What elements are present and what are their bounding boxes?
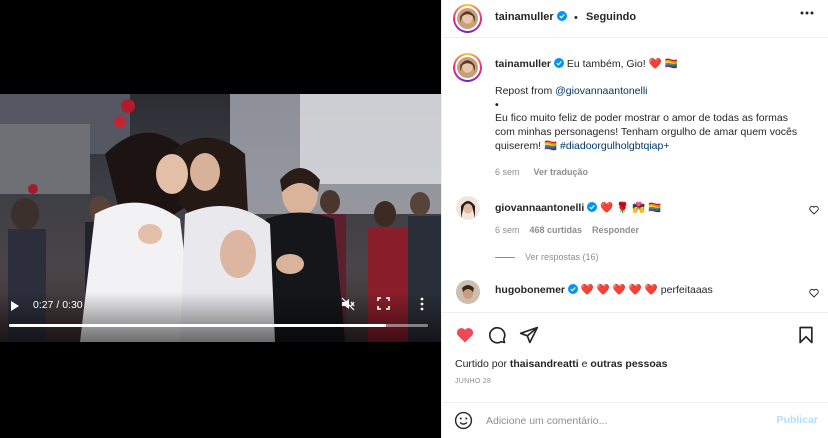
likes-prefix: Curtido por xyxy=(455,358,510,370)
video-controls: 0:27 / 0:30 xyxy=(0,292,441,342)
save-icon[interactable] xyxy=(796,325,816,345)
post-header: tainamuller • Seguindo xyxy=(442,0,828,38)
publish-button[interactable]: Publicar xyxy=(777,414,818,426)
view-replies-button[interactable]: Ver respostas (16) xyxy=(495,252,599,262)
post-date[interactable]: JUNHO 28 xyxy=(455,378,491,385)
comment-1-likes[interactable]: 468 curtidas xyxy=(530,225,583,235)
instagram-post-modal: 0:27 / 0:30 tainamuller • Seguindo taina… xyxy=(0,0,828,438)
fullscreen-icon[interactable] xyxy=(377,297,390,310)
separator-dot: • xyxy=(574,12,578,24)
comment-input[interactable] xyxy=(486,412,756,430)
more-vertical-icon[interactable] xyxy=(419,297,425,311)
following-button[interactable]: Seguindo xyxy=(586,11,636,23)
heart-filled-icon[interactable] xyxy=(455,325,475,345)
verified-badge-icon xyxy=(556,11,567,21)
more-horizontal-icon[interactable] xyxy=(800,11,814,15)
header-username[interactable]: tainamuller xyxy=(495,11,567,23)
avatar-image xyxy=(457,8,478,29)
verified-badge-icon xyxy=(587,202,598,212)
comment-1-line: giovannaantonelli ❤️ 🌹 💏 🏳️‍🌈 xyxy=(495,201,661,214)
add-comment-bar: Publicar xyxy=(442,402,828,438)
comment-2-text: ❤️ ❤️ ❤️ ❤️ ❤️ perfeitaaas xyxy=(580,284,713,296)
comment-1-age: 6 sem xyxy=(495,225,520,235)
caption-text-first: Eu também, Gio! ❤️ 🏳️‍🌈 xyxy=(566,58,678,70)
repost-mention-link[interactable]: @giovannaantonelli xyxy=(555,85,647,97)
avatar-image xyxy=(457,57,478,78)
repost-label: Repost from xyxy=(495,85,556,97)
comment-1-meta: 6 sem 468 curtidas Responder xyxy=(495,225,639,235)
smiley-icon[interactable] xyxy=(454,411,473,430)
view-replies-label: Ver respostas (16) xyxy=(525,252,599,262)
commenter-avatar[interactable] xyxy=(456,196,480,220)
caption-bullet: • xyxy=(495,99,499,111)
hashtag-link[interactable]: #diadoorgulholgbtqiap+ xyxy=(560,140,669,152)
caption-body: Eu fico muito feliz de poder mostrar o a… xyxy=(495,111,810,153)
play-icon[interactable] xyxy=(10,300,20,312)
muted-speaker-icon[interactable] xyxy=(341,297,355,311)
comment-1-like-icon[interactable] xyxy=(809,205,819,215)
post-actions-bar xyxy=(442,312,828,360)
comment-1-reply-button[interactable]: Responder xyxy=(592,225,639,235)
likes-summary: Curtido por thaisandreatti e outras pess… xyxy=(455,358,667,370)
share-icon[interactable] xyxy=(519,325,539,345)
comment-2-like-icon[interactable] xyxy=(809,288,819,298)
comment-icon[interactable] xyxy=(487,325,507,345)
caption-meta: 6 sem Ver tradução xyxy=(495,167,588,177)
video-time: 0:27 / 0:30 xyxy=(33,299,83,311)
caption-first-line: tainamuller Eu também, Gio! ❤️ 🏳️‍🌈 xyxy=(495,58,678,71)
avatar[interactable] xyxy=(453,4,482,33)
commenter-avatar[interactable] xyxy=(456,280,480,304)
verified-badge-icon xyxy=(553,58,564,68)
caption-avatar[interactable] xyxy=(453,53,482,82)
comment-1-text: ❤️ 🌹 💏 🏳️‍🌈 xyxy=(600,202,662,214)
media-panel: 0:27 / 0:30 xyxy=(0,0,441,438)
video-progress-fill xyxy=(9,324,387,327)
video-progress-bar[interactable] xyxy=(9,324,428,327)
liked-by-others-link[interactable]: outras pessoas xyxy=(590,358,667,370)
verified-badge-icon xyxy=(567,284,578,294)
comment-2-username[interactable]: hugobonemer xyxy=(495,284,565,296)
likes-middle: e xyxy=(578,358,591,370)
post-details-panel: tainamuller • Seguindo tainamuller Eu ta… xyxy=(441,0,828,438)
caption-username[interactable]: tainamuller xyxy=(495,58,551,70)
translate-link[interactable]: Ver tradução xyxy=(534,167,589,177)
comment-1-username[interactable]: giovannaantonelli xyxy=(495,202,584,214)
caption-age: 6 sem xyxy=(495,167,520,177)
comment-2-line: hugobonemer ❤️ ❤️ ❤️ ❤️ ❤️ perfeitaaas xyxy=(495,283,713,296)
replies-line xyxy=(495,257,515,259)
video-player[interactable]: 0:27 / 0:30 xyxy=(0,94,441,342)
caption-repost: Repost from @giovannaantonelli xyxy=(495,84,810,98)
liked-by-user-link[interactable]: thaisandreatti xyxy=(510,358,579,370)
